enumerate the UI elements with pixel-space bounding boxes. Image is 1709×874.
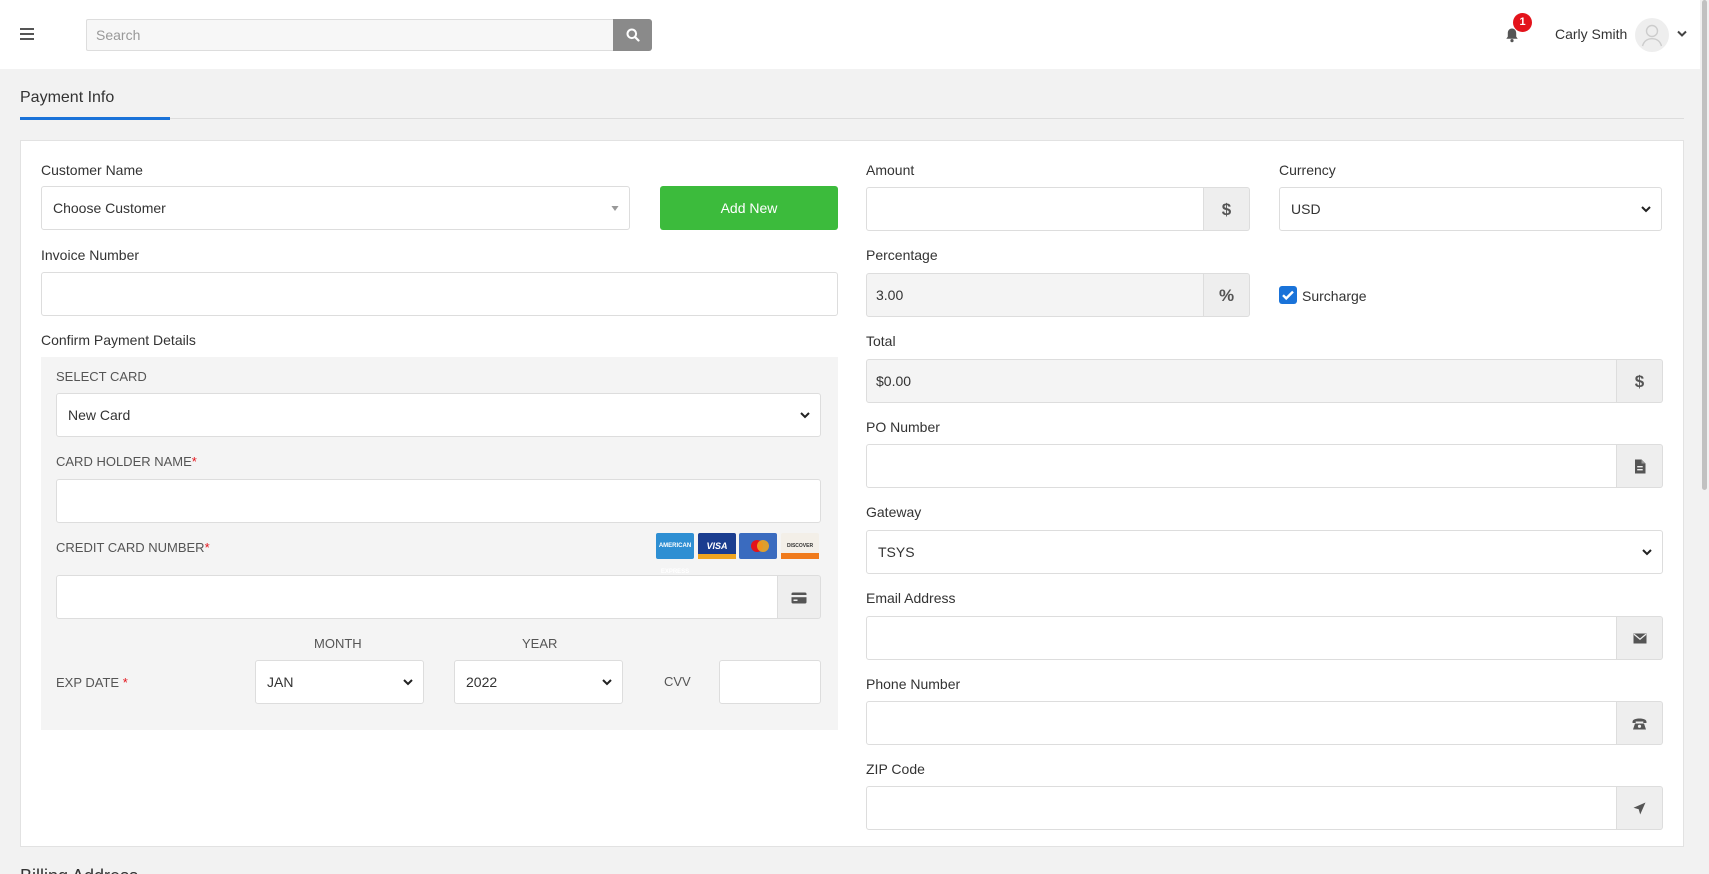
page-scrollbar[interactable] (1700, 0, 1709, 874)
location-arrow-icon (1633, 802, 1646, 815)
card-holder-input[interactable] (56, 479, 821, 523)
percentage-input[interactable] (866, 273, 1204, 317)
phone-icon (1632, 718, 1647, 730)
dollar-icon: $ (1634, 372, 1645, 391)
user-name[interactable]: Carly Smith (1555, 26, 1627, 42)
document-icon (1635, 459, 1646, 474)
menu-icon[interactable] (20, 28, 34, 40)
gateway-label: Gateway (866, 504, 922, 520)
gateway-value: TSYS (878, 544, 915, 560)
scrollbar-thumb[interactable] (1702, 0, 1707, 490)
exp-year-select[interactable]: 2022 (454, 660, 623, 704)
top-bar: 1 Carly Smith (0, 0, 1700, 69)
email-addon (1617, 616, 1663, 660)
surcharge-checkbox[interactable] (1279, 286, 1297, 304)
surcharge-label[interactable]: Surcharge (1302, 288, 1367, 304)
tab-divider (20, 118, 1684, 119)
credit-card-number-label: CREDIT CARD NUMBER* (56, 540, 210, 555)
currency-label: Currency (1279, 162, 1336, 178)
zip-input[interactable] (866, 786, 1617, 830)
po-number-label: PO Number (866, 419, 940, 435)
confirm-payment-label: Confirm Payment Details (41, 332, 196, 348)
visa-logo: VISA (698, 533, 736, 559)
po-number-input[interactable] (866, 444, 1617, 488)
envelope-icon (1633, 633, 1647, 644)
currency-select[interactable]: USD (1279, 187, 1662, 231)
caret-down-icon (611, 206, 619, 211)
avatar-icon[interactable] (1635, 18, 1669, 52)
chevron-down-icon (602, 679, 612, 686)
chevron-down-icon (800, 412, 810, 419)
customer-name-label: Customer Name (41, 162, 143, 178)
card-holder-label: CARD HOLDER NAME* (56, 454, 197, 469)
chevron-down-icon (403, 679, 413, 686)
mastercard-logo (739, 533, 777, 559)
month-label: MONTH (314, 636, 362, 651)
exp-year-value: 2022 (466, 674, 498, 690)
zip-addon (1617, 786, 1663, 830)
discover-logo: DISCOVER (781, 533, 819, 559)
chevron-down-icon (1642, 549, 1652, 556)
search-input[interactable] (86, 19, 613, 51)
chevron-down-icon (1641, 206, 1651, 213)
po-number-addon (1617, 444, 1663, 488)
credit-card-addon (778, 575, 821, 619)
chevron-down-icon[interactable] (1677, 30, 1687, 38)
credit-card-number-input[interactable] (56, 575, 778, 619)
billing-address-heading: Billing Address (20, 866, 138, 874)
total-label: Total (866, 333, 896, 349)
customer-select-value: Choose Customer (53, 200, 166, 216)
phone-addon (1617, 701, 1663, 745)
phone-input[interactable] (866, 701, 1617, 745)
add-new-button[interactable]: Add New (660, 186, 838, 230)
customer-select[interactable]: Choose Customer (41, 186, 630, 230)
invoice-number-label: Invoice Number (41, 247, 140, 263)
notification-badge: 1 (1513, 13, 1532, 32)
dollar-icon: $ (1221, 200, 1232, 219)
search-button[interactable] (613, 19, 652, 51)
percentage-label: Percentage (866, 247, 938, 263)
percentage-addon: % (1204, 273, 1250, 317)
amount-input[interactable] (866, 187, 1204, 231)
exp-date-label: EXP DATE * (56, 675, 128, 690)
percent-icon: % (1218, 286, 1235, 305)
tab-payment-info[interactable]: Payment Info (20, 89, 170, 120)
select-card-value: New Card (68, 407, 131, 423)
amount-label: Amount (866, 162, 915, 178)
invoice-number-input[interactable] (41, 272, 838, 316)
cvv-input[interactable] (719, 660, 821, 704)
gateway-select[interactable]: TSYS (866, 530, 1663, 574)
exp-month-select[interactable]: JAN (255, 660, 424, 704)
year-label: YEAR (522, 636, 558, 651)
zip-label: ZIP Code (866, 761, 925, 777)
exp-month-value: JAN (267, 674, 294, 690)
amount-addon: $ (1204, 187, 1250, 231)
amex-logo: AMERICAN EXPRESS (656, 533, 694, 575)
total-addon: $ (1617, 359, 1663, 403)
search-bar (86, 19, 652, 51)
search-icon (626, 28, 640, 42)
checkmark-icon (1282, 290, 1294, 301)
phone-label: Phone Number (866, 676, 961, 692)
email-label: Email Address (866, 590, 956, 606)
credit-card-icon (791, 592, 807, 604)
total-input[interactable] (866, 359, 1617, 403)
select-card-dropdown[interactable]: New Card (56, 393, 821, 437)
currency-value: USD (1291, 201, 1321, 217)
select-card-label: SELECT CARD (56, 369, 147, 384)
cvv-label: CVV (664, 674, 691, 689)
email-input[interactable] (866, 616, 1617, 660)
